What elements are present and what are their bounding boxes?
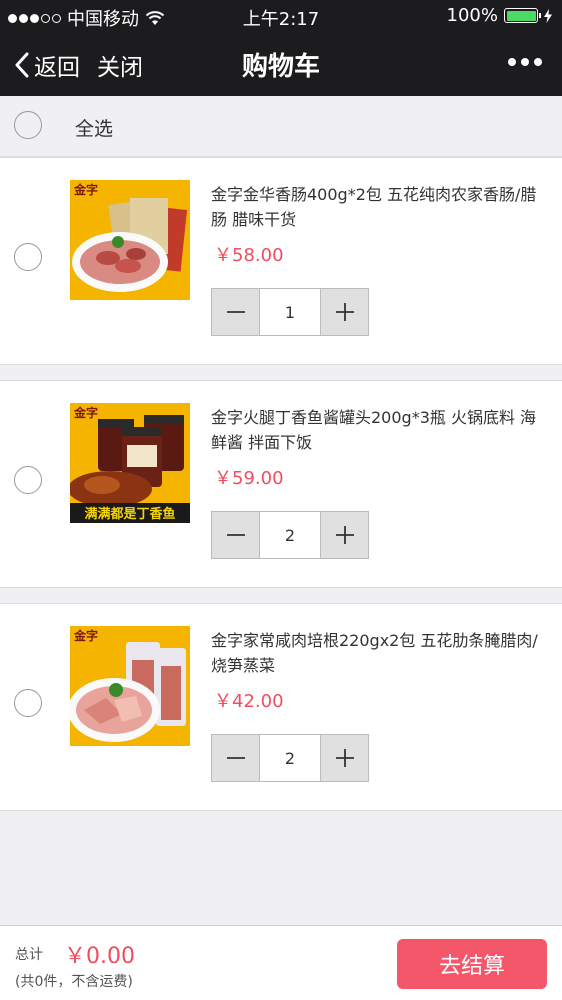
quantity-value[interactable]: 2 (259, 735, 321, 781)
minus-icon (226, 534, 245, 536)
status-bar: 中国移动 上午2:17 100% (0, 0, 562, 32)
product-price: ￥59.00 (214, 468, 284, 489)
status-right: 100% (447, 5, 552, 26)
plus-icon (335, 303, 354, 321)
plus-icon (335, 749, 354, 767)
minus-icon (226, 311, 245, 313)
checkout-button[interactable]: 去结算 (397, 939, 547, 989)
product-title[interactable]: 金字金华香肠400g*2包 五花纯肉农家香肠/腊肠 腊味干货 (211, 182, 547, 232)
back-button[interactable]: 返回 (14, 48, 80, 82)
image-caption: 满满都是丁香鱼 (84, 506, 175, 522)
item-select-checkbox[interactable] (14, 466, 42, 494)
chevron-left-icon (15, 52, 29, 78)
product-title[interactable]: 金字家常咸肉培根220gx2包 五花肋条腌腊肉/烧笋蒸菜 (211, 628, 547, 678)
product-price: ￥42.00 (214, 691, 284, 712)
cart-item: 金字 金字家常咸肉培根220gx2包 五花肋条腌腊肉/烧笋蒸菜 ￥42.00 2 (0, 603, 562, 811)
item-select-checkbox[interactable] (14, 243, 42, 271)
minus-icon (226, 757, 245, 759)
sausage-image-icon: 金字 (70, 180, 190, 300)
increase-button[interactable] (321, 735, 368, 781)
select-all-label: 全选 (75, 118, 114, 140)
more-menu-button[interactable] (508, 58, 542, 66)
product-image-bacon[interactable]: 金字 (70, 626, 190, 746)
total-price: ￥0.00 (64, 944, 135, 969)
battery-percent: 100% (446, 5, 498, 26)
brand-logo: 金字 (73, 405, 98, 420)
page-title: 购物车 (241, 52, 320, 82)
quantity-stepper: 2 (211, 734, 369, 782)
quantity-value[interactable]: 2 (259, 512, 321, 558)
battery-icon (504, 8, 541, 23)
decrease-button[interactable] (212, 289, 259, 335)
cart-item: 金字 金字金华香肠400g*2包 五花纯肉农家香肠/腊肠 腊味干货 ￥58.00… (0, 157, 562, 365)
checkout-bar: 总计 ￥0.00 (共0件，不含运费) 去结算 (0, 925, 562, 1000)
close-button[interactable]: 关闭 (97, 48, 143, 82)
quantity-value[interactable]: 1 (259, 289, 321, 335)
product-title[interactable]: 金字火腿丁香鱼酱罐头200g*3瓶 火锅底料 海鲜酱 拌面下饭 (211, 405, 547, 455)
quantity-stepper: 1 (211, 288, 369, 336)
more-dot-icon (534, 58, 542, 66)
total-note: (共0件，不含运费) (15, 974, 133, 990)
total-label: 总计 (15, 947, 43, 963)
product-image-sausage[interactable]: 金字 (70, 180, 190, 300)
increase-button[interactable] (321, 512, 368, 558)
back-label: 返回 (34, 55, 80, 81)
brand-logo: 金字 (73, 628, 98, 643)
more-dot-icon (508, 58, 516, 66)
decrease-button[interactable] (212, 512, 259, 558)
fish-sauce-image-icon: 满满都是丁香鱼 金字 (70, 403, 190, 523)
plus-icon (335, 526, 354, 544)
increase-button[interactable] (321, 289, 368, 335)
item-select-checkbox[interactable] (14, 689, 42, 717)
decrease-button[interactable] (212, 735, 259, 781)
charging-bolt-icon (544, 8, 552, 23)
cart-item: 满满都是丁香鱼 金字 金字火腿丁香鱼酱罐头200g*3瓶 火锅底料 海鲜酱 拌面… (0, 380, 562, 588)
bacon-image-icon: 金字 (70, 626, 190, 746)
nav-bar: 返回 关闭 购物车 (0, 32, 562, 96)
brand-logo: 金字 (73, 182, 98, 197)
more-dot-icon (521, 58, 529, 66)
select-all-checkbox[interactable] (14, 111, 42, 139)
product-image-fish-sauce[interactable]: 满满都是丁香鱼 金字 (70, 403, 190, 523)
product-price: ￥58.00 (214, 245, 284, 266)
quantity-stepper: 2 (211, 511, 369, 559)
select-all-bar: 全选 (0, 96, 562, 157)
